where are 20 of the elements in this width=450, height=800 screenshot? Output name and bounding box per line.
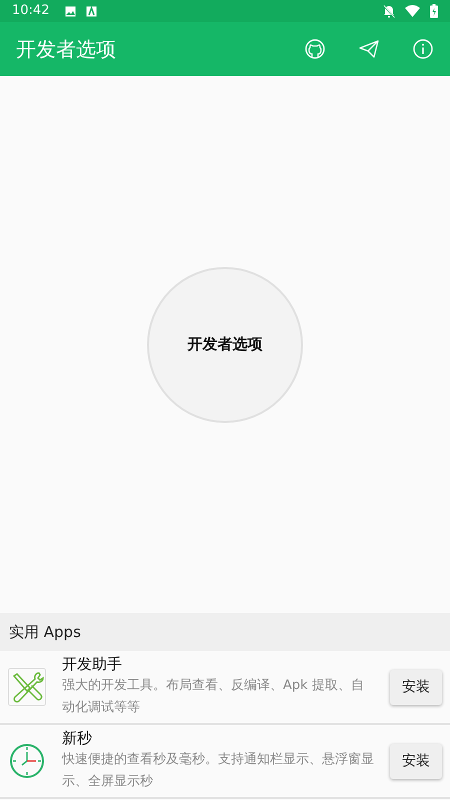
developer-options-button[interactable]: 开发者选项 xyxy=(147,266,303,422)
install-button[interactable]: 安装 xyxy=(390,670,442,704)
clock-time: 10:42 xyxy=(12,2,50,20)
app-title: 开发者选项 xyxy=(16,36,117,63)
bell-off-icon xyxy=(383,4,395,18)
app-name: 新秒 xyxy=(62,729,93,749)
app-name: 开发助手 xyxy=(62,655,123,675)
app-icon xyxy=(86,6,98,16)
tools-icon xyxy=(8,668,46,706)
clock-icon xyxy=(8,742,46,780)
image-icon xyxy=(65,6,76,16)
github-icon xyxy=(305,39,325,59)
paper-plane-icon xyxy=(359,40,379,58)
battery-icon xyxy=(430,4,438,18)
wifi-icon xyxy=(405,5,420,17)
app-description: 快速便捷的查看秒及毫秒。支持通知栏显示、悬浮窗显示、全屏显示秒 xyxy=(62,750,374,791)
install-button[interactable]: 安装 xyxy=(390,744,442,778)
section-title: 实用 Apps xyxy=(9,622,81,643)
app-description: 强大的开发工具。布局查看、反编译、Apk 提取、自动化调试等等 xyxy=(62,676,365,717)
info-icon xyxy=(413,39,433,59)
